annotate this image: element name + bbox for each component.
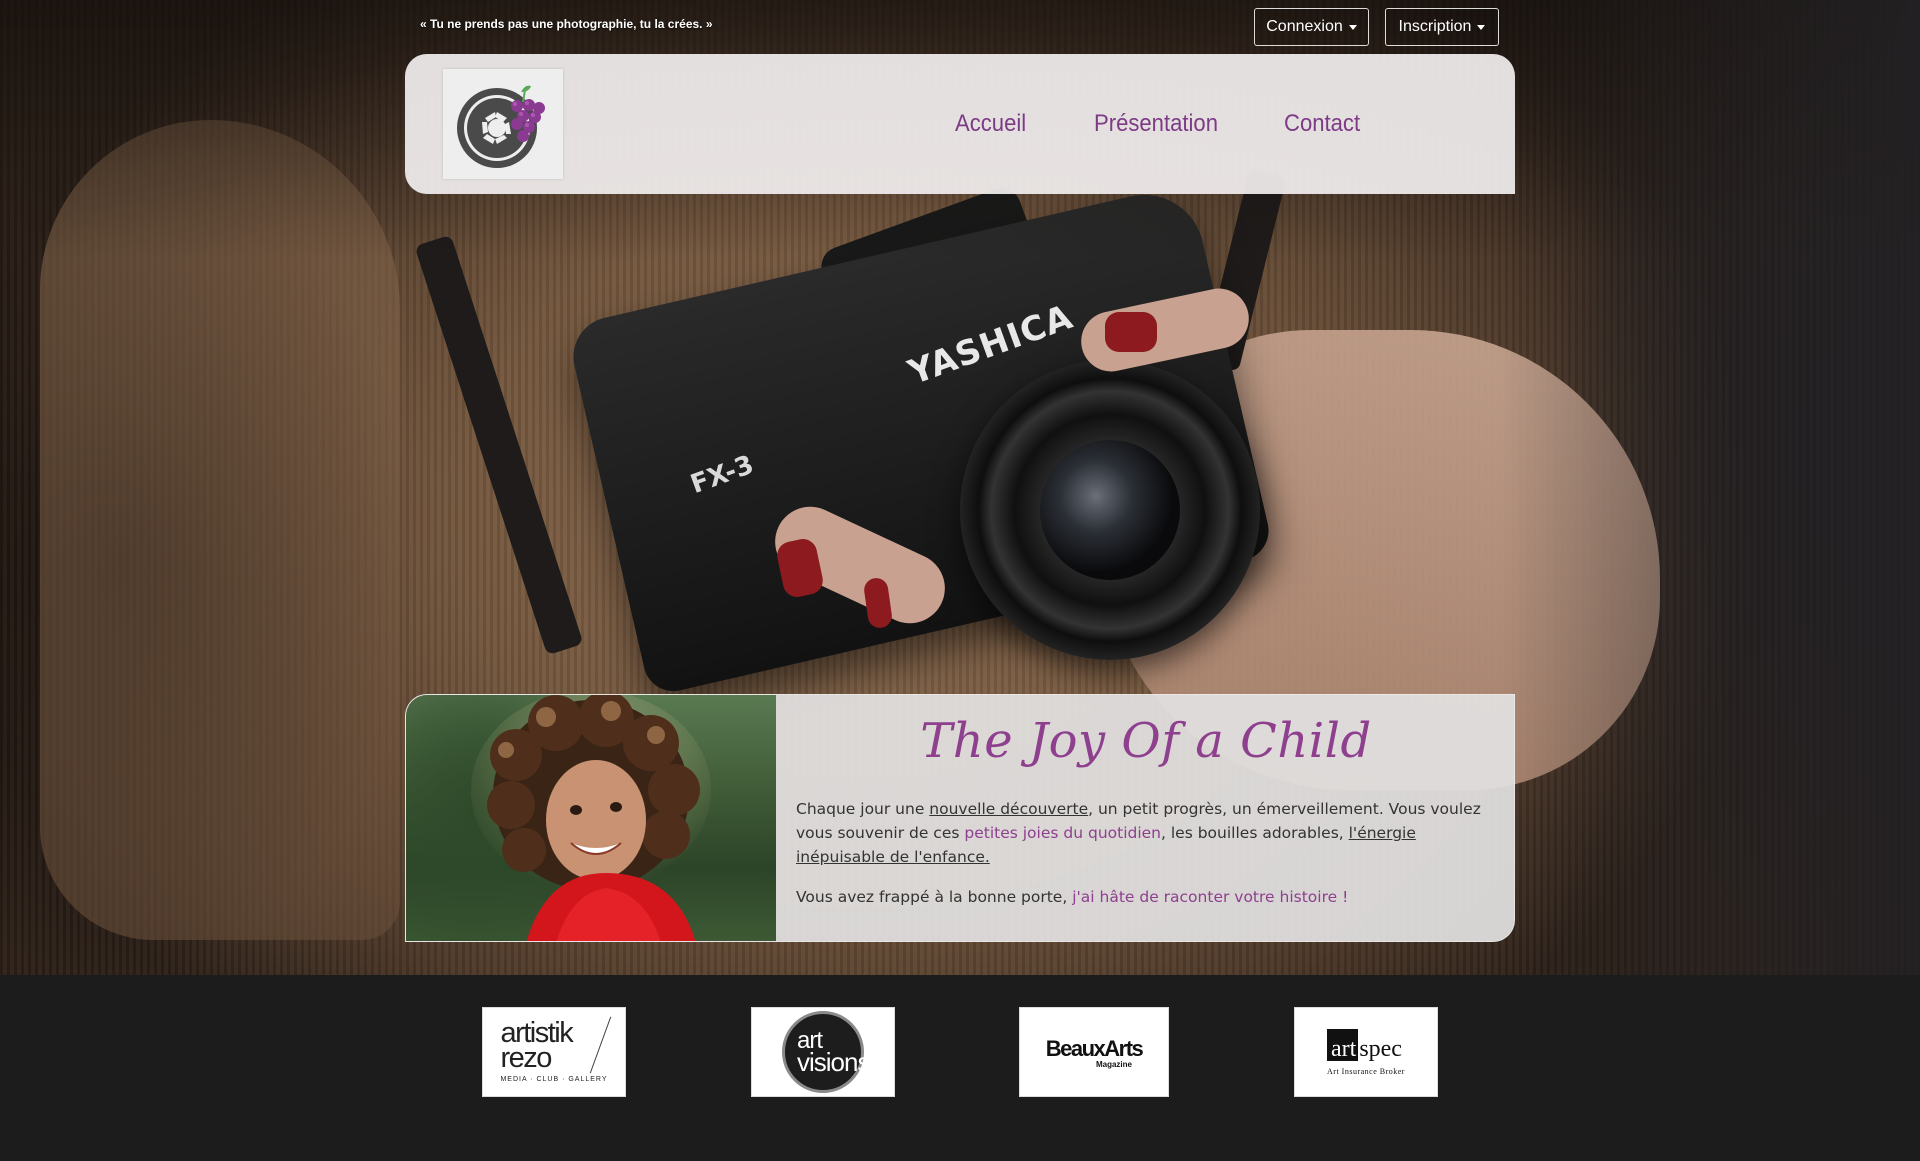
red-nail (1105, 312, 1157, 352)
login-label: Connexion (1266, 18, 1343, 35)
artistik-rezo-wordmark: artistik rezo MEDIA · CLUB · GALLERY (500, 1017, 612, 1083)
text-segment: , les bouilles adorables, (1161, 824, 1349, 842)
nav-link-accueil[interactable]: Accueil (955, 110, 1026, 138)
beauxarts-name: BeauxArts (1045, 1035, 1144, 1061)
art-visions-line2: visions (797, 1047, 870, 1078)
art-visions-badge: art visions (782, 1011, 870, 1093)
link-raconter-histoire[interactable]: j'ai hâte de raconter votre histoire ! (1072, 888, 1348, 906)
feature-paragraph-1: Chaque jour une nouvelle découverte, un … (796, 797, 1496, 869)
partner-logo-artistik-rezo[interactable]: artistik rezo MEDIA · CLUB · GALLERY (482, 1007, 626, 1097)
site-header: Accueil Présentation Contact (405, 54, 1515, 194)
caret-down-icon (1348, 25, 1357, 30)
signup-dropdown-button[interactable]: Inscription (1385, 8, 1499, 46)
artspec-wordmark: art spec Art Insurance Broker (1327, 1028, 1405, 1076)
site-logo[interactable] (443, 69, 563, 179)
nav-link-contact[interactable]: Contact (1284, 110, 1360, 138)
child-portrait-image (471, 695, 711, 941)
child-photo (406, 695, 776, 941)
feature-title: The Joy Of a Child (920, 713, 1372, 769)
link-petites-joies[interactable]: petites joies du quotidien (964, 824, 1161, 842)
signup-label: Inscription (1398, 18, 1472, 35)
caret-down-icon (1477, 25, 1486, 30)
header-quote: « Tu ne prends pas une photographie, tu … (420, 17, 713, 31)
feature-card: The Joy Of a Child Chaque jour une nouve… (405, 694, 1515, 942)
right-shadow (1500, 0, 1920, 975)
artspec-row: art spec (1327, 1028, 1405, 1062)
artspec-sub: Art Insurance Broker (1327, 1066, 1405, 1076)
feature-paragraph-2: Vous avez frappé à la bonne porte, j'ai … (796, 885, 1496, 909)
text-segment: Vous avez frappé à la bonne porte, (796, 888, 1073, 906)
link-nouvelle-decouverte[interactable]: nouvelle découverte (929, 800, 1088, 818)
partner-logo-artspec[interactable]: art spec Art Insurance Broker (1294, 1007, 1438, 1097)
nav-link-presentation[interactable]: Présentation (1094, 110, 1218, 138)
text-segment: Chaque jour une (796, 800, 930, 818)
artistik-tagline: MEDIA · CLUB · GALLERY (500, 1075, 608, 1083)
camera-lens-glass (1040, 440, 1180, 580)
partner-logo-art-visions[interactable]: art visions (751, 1007, 895, 1097)
partners-footer: artistik rezo MEDIA · CLUB · GALLERY art… (0, 975, 1920, 1161)
beauxarts-wordmark: BeauxArts Magazine (1045, 1035, 1144, 1069)
artspec-rest: spec (1359, 1035, 1402, 1062)
artspec-boxed: art (1327, 1028, 1359, 1061)
feature-description: Chaque jour une nouvelle découverte, un … (796, 797, 1496, 925)
login-dropdown-button[interactable]: Connexion (1254, 8, 1369, 46)
camera-aperture-grapes-logo-icon (457, 85, 545, 168)
partner-logo-beauxarts[interactable]: BeauxArts Magazine (1019, 1007, 1169, 1097)
